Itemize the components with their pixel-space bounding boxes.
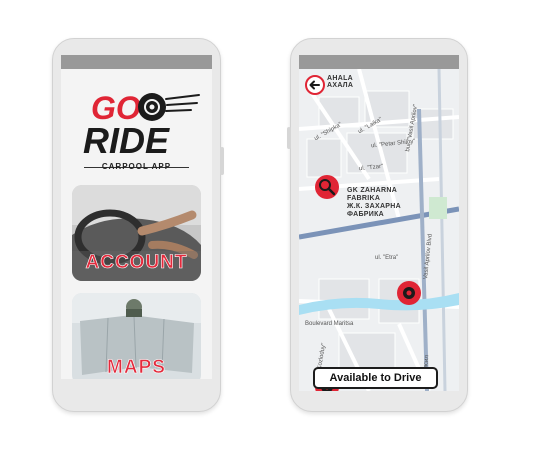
wheel-marker-icon (397, 281, 421, 305)
go-ride-logo: GO RIDE (83, 90, 200, 153)
tire-icon (138, 93, 166, 121)
phone-right: AHALA AXAЛA ul. "Shipka" ul. "Laika" ul.… (287, 38, 468, 412)
map-label-district-1: GK ZAHARNA (347, 187, 398, 194)
logo-tagline: CARPOOL APP (101, 162, 172, 171)
home-screen: GO RIDE CARPOOL APP ACCOUNT MAPS (61, 69, 212, 379)
search-marker-icon (315, 175, 339, 199)
map-label-district-3: Ж.К. ЗАХАРНА (347, 203, 401, 210)
phone-left: GO RIDE CARPOOL APP ACCOUNT MAPS (52, 38, 224, 412)
status-bar (299, 55, 459, 69)
account-label: ACCOUNT (85, 252, 188, 274)
map-label-district-2: FABRIKA (347, 195, 381, 202)
logo-ride-text: RIDE (83, 120, 170, 153)
status-bar (61, 55, 212, 69)
volume-button (220, 147, 224, 175)
account-card[interactable]: ACCOUNT (72, 185, 201, 281)
maps-label: MAPS (107, 357, 166, 379)
map-label-place-1: AHALA (327, 75, 353, 82)
arrow-left-icon (309, 80, 320, 90)
available-to-drive-button[interactable]: Available to Drive (313, 367, 438, 389)
map-label-boulevard-maritsa: Boulevard Maritsa (305, 321, 354, 327)
maps-card[interactable]: MAPS (72, 293, 201, 379)
map-label-etra: ul. "Etra" (375, 255, 399, 261)
left-side-button (287, 127, 291, 149)
map-label-place-2: AXAЛA (327, 82, 354, 89)
back-button[interactable] (305, 75, 325, 95)
map-label-district-4: ФАБРИКА (347, 211, 385, 218)
map-screen: AHALA AXAЛA ul. "Shipka" ul. "Laika" ul.… (299, 69, 459, 391)
